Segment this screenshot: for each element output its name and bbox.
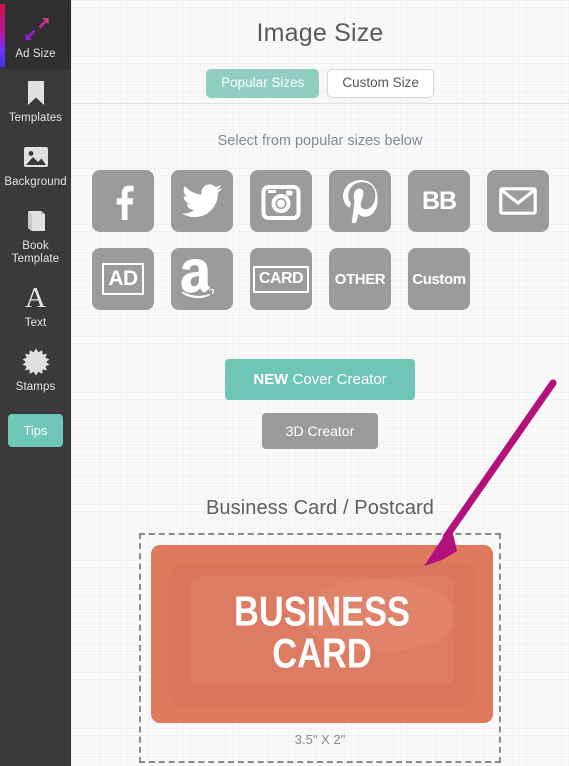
- size-tile-bb[interactable]: BB: [408, 170, 470, 232]
- sidebar-item-text[interactable]: A Text: [0, 274, 71, 338]
- sidebar-item-background[interactable]: Background: [0, 133, 71, 197]
- letter-a-icon: A: [25, 281, 46, 314]
- amazon-icon: [181, 259, 215, 299]
- card-text-icon: CARD: [252, 265, 310, 293]
- tips-button[interactable]: Tips: [8, 414, 63, 447]
- card-dimensions-label: 3.5" X 2": [294, 732, 346, 747]
- bookmark-icon: [2, 78, 69, 108]
- bb-text-icon: BB: [421, 186, 457, 215]
- size-tile-instagram[interactable]: [250, 170, 312, 232]
- sidebar-item-label: Ad Size: [15, 48, 56, 60]
- page-title: Image Size: [256, 19, 384, 47]
- custom-text-icon: Custom: [412, 270, 466, 288]
- twitter-icon: [182, 184, 222, 218]
- popular-sizes-grid: BB AD CARD OTHER Custom: [71, 170, 569, 326]
- sidebar-item-label: Background: [4, 176, 67, 188]
- tab-popular-sizes[interactable]: Popular Sizes: [206, 69, 320, 98]
- ad-text-icon: AD: [102, 263, 144, 295]
- size-tile-ad[interactable]: AD: [92, 248, 154, 310]
- sidebar-item-label: Book Template: [11, 240, 60, 265]
- pinterest-icon: [343, 180, 378, 223]
- main-canvas: Image Size Popular Sizes Custom Size Sel…: [71, 0, 569, 766]
- creator-buttons: NEW Cover Creator 3D Creator: [71, 359, 569, 449]
- business-card-label: BUSINESS CARD: [151, 590, 493, 674]
- cover-creator-button[interactable]: NEW Cover Creator: [225, 359, 415, 400]
- size-tile-other[interactable]: OTHER: [329, 248, 391, 310]
- instagram-icon: [261, 185, 301, 220]
- size-tile-twitter[interactable]: [171, 170, 233, 232]
- size-tile-custom[interactable]: Custom: [408, 248, 470, 310]
- section-subtitle: Select from popular sizes below: [217, 133, 423, 149]
- sidebar-item-book-template[interactable]: Book Template: [0, 197, 71, 274]
- size-mode-tabs: Popular Sizes Custom Size: [71, 69, 569, 98]
- sidebar-item-label: Text: [24, 317, 47, 329]
- envelope-icon: [499, 187, 537, 215]
- starburst-icon: [2, 347, 69, 377]
- size-tile-amazon[interactable]: [171, 248, 233, 310]
- sidebar-item-templates[interactable]: Templates: [0, 69, 71, 133]
- facebook-icon: [116, 185, 134, 220]
- popular-sizes-row-2: AD CARD OTHER Custom: [71, 248, 569, 310]
- popular-sizes-row-1: BB: [71, 170, 569, 232]
- business-card-preview[interactable]: BUSINESS CARD: [151, 545, 493, 723]
- sidebar-item-ad-size[interactable]: Ad Size: [0, 0, 71, 69]
- preview-title: Business Card / Postcard: [205, 497, 435, 519]
- sidebar-item-label: Stamps: [15, 381, 56, 393]
- business-card-label-text: BUSINESS CARD: [233, 587, 411, 677]
- three-d-creator-button[interactable]: 3D Creator: [261, 413, 379, 449]
- cover-creator-label: Cover Creator: [288, 371, 387, 388]
- new-badge: NEW: [253, 371, 289, 388]
- resize-arrows-icon: [2, 14, 69, 44]
- preview-dashed-box: BUSINESS CARD 3.5" X 2": [139, 533, 501, 763]
- left-sidebar: Ad Size Templates Background Book Templa…: [0, 0, 71, 766]
- other-text-icon: OTHER: [334, 270, 386, 288]
- size-tile-facebook[interactable]: [92, 170, 154, 232]
- sidebar-item-label: Templates: [8, 112, 63, 124]
- image-icon: [2, 142, 69, 172]
- sidebar-item-stamps[interactable]: Stamps: [0, 338, 71, 402]
- size-tile-card[interactable]: CARD: [250, 248, 312, 310]
- tab-custom-size[interactable]: Custom Size: [327, 69, 434, 98]
- header-divider: [71, 103, 569, 104]
- size-tile-email[interactable]: [487, 170, 549, 232]
- size-tile-pinterest[interactable]: [329, 170, 391, 232]
- book-icon: [2, 206, 69, 236]
